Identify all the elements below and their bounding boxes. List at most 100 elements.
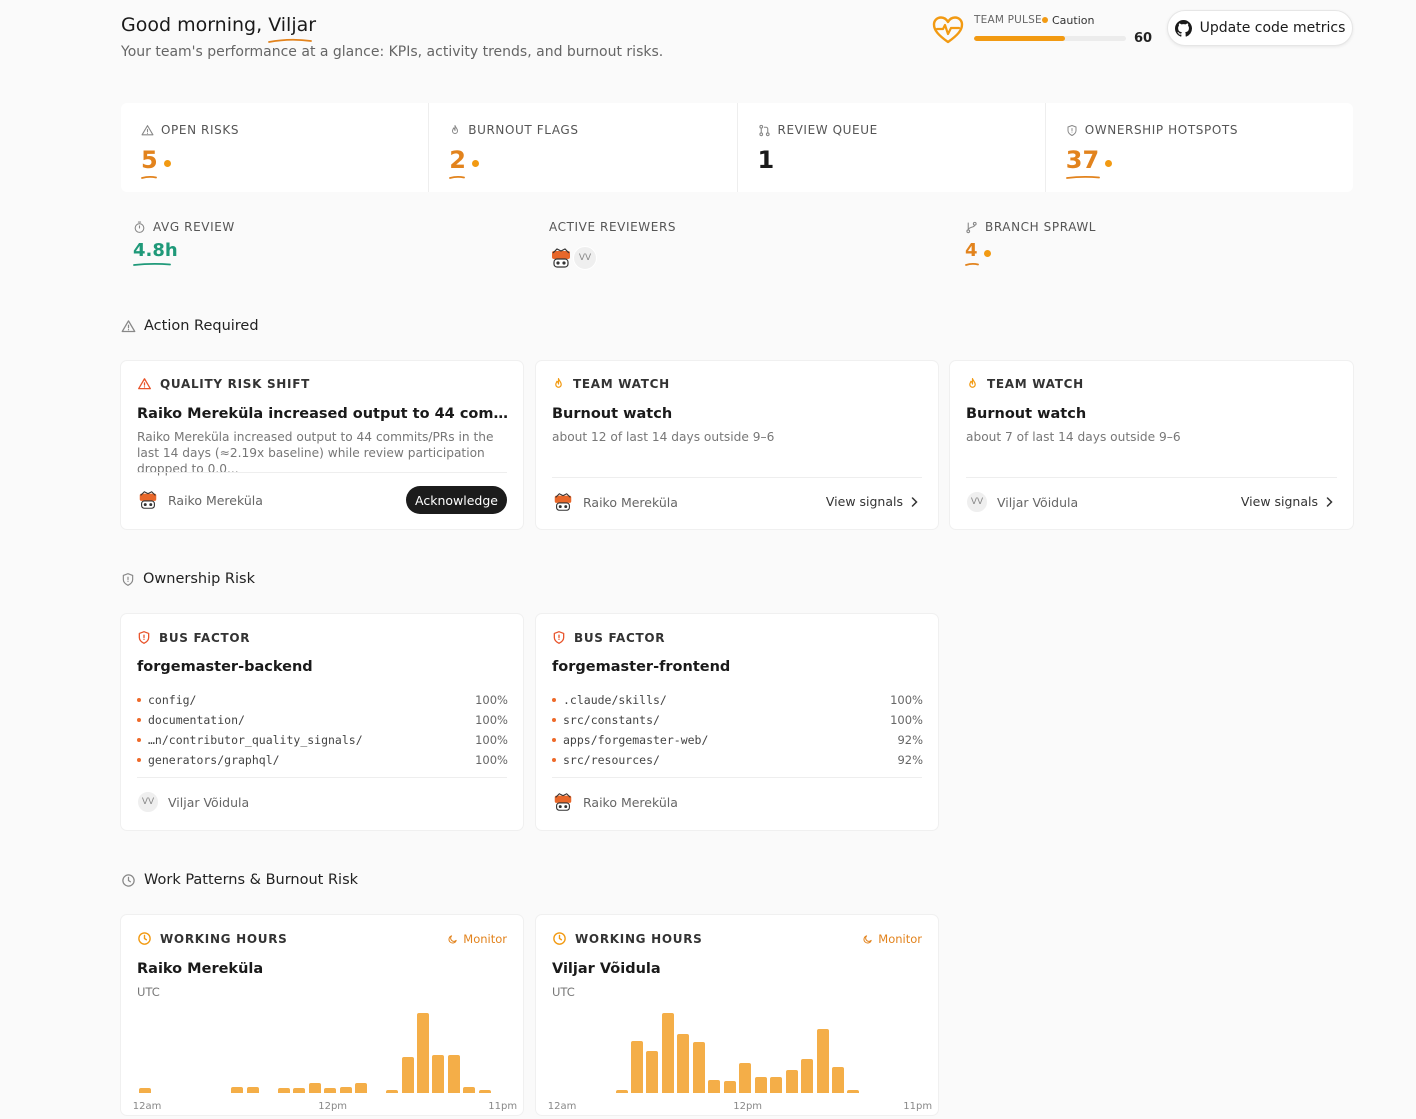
path-row: config/100% bbox=[137, 690, 508, 710]
kpi-label-text: BRANCH SPRAWL bbox=[985, 220, 1097, 234]
status-dot bbox=[163, 159, 171, 167]
chart-bar bbox=[324, 1088, 337, 1093]
bus-factor-card: BUS FACTOR forgemaster-frontend .claude/… bbox=[536, 614, 938, 830]
card-kind-label: TEAM WATCH bbox=[987, 377, 1084, 391]
view-signals-link[interactable]: View signals bbox=[826, 494, 918, 509]
chevron-right-icon bbox=[911, 496, 918, 507]
card-kind: BUS FACTOR bbox=[137, 630, 250, 645]
divider bbox=[137, 777, 507, 778]
chart-bar bbox=[339, 1087, 352, 1093]
view-signals-label: View signals bbox=[1240, 494, 1318, 509]
view-signals-link[interactable]: View signals bbox=[1241, 494, 1333, 509]
status-badge-label: Monitor bbox=[878, 932, 922, 946]
pulse-label: TEAM PULSE bbox=[974, 14, 1042, 26]
section-work-patterns: Work Patterns & Burnout Risk bbox=[121, 872, 358, 888]
value-underline bbox=[141, 175, 157, 179]
action-card-team-watch: TEAM WATCH Burnout watch about 7 of last… bbox=[950, 361, 1353, 529]
status-dot bbox=[1105, 159, 1113, 167]
chart-bar bbox=[432, 1054, 445, 1093]
kpi-value-branch-sprawl: 4 bbox=[965, 240, 991, 266]
pull-request-icon bbox=[758, 124, 770, 136]
path-percent: 92% bbox=[897, 753, 923, 767]
x-tick-label: 12pm bbox=[318, 1101, 348, 1112]
timezone: UTC bbox=[137, 985, 160, 999]
card-user: Raiko Mereküla bbox=[552, 791, 678, 813]
acknowledge-button[interactable]: Acknowledge bbox=[406, 486, 507, 514]
chart-bar bbox=[708, 1080, 721, 1093]
heart-pulse-icon bbox=[932, 16, 964, 44]
chart-bar bbox=[231, 1087, 244, 1093]
avatar: VV bbox=[966, 491, 988, 513]
clock-icon bbox=[553, 932, 566, 945]
kpi-label-open-risks: OPEN RISKS bbox=[141, 123, 428, 137]
value-underline bbox=[965, 262, 979, 266]
path-row: src/resources/92% bbox=[552, 750, 923, 770]
path-row: apps/forgemaster-web/92% bbox=[552, 730, 923, 750]
flame-icon bbox=[969, 377, 976, 388]
kpi-label-text: REVIEW QUEUE bbox=[777, 123, 878, 137]
chart-bar bbox=[246, 1086, 259, 1093]
path: config/ bbox=[137, 693, 196, 707]
working-hours-card: WORKING HOURS Monitor Viljar Võidula UTC… bbox=[536, 915, 938, 1115]
avatar[interactable]: VV bbox=[573, 246, 597, 270]
value-underline bbox=[133, 262, 171, 266]
chart-bar bbox=[692, 1041, 705, 1093]
card-description: about 12 of last 14 days outside 9–6 bbox=[552, 430, 775, 444]
kpi-active-reviewers[interactable]: ACTIVE REVIEWERS VV bbox=[549, 220, 676, 270]
x-tick-label: 12am bbox=[547, 1101, 577, 1112]
team-pulse: TEAM PULSE Caution 60 bbox=[932, 13, 1152, 49]
card-user-name: Viljar Võidula bbox=[997, 494, 1079, 510]
divider bbox=[552, 477, 922, 478]
card-user: Raiko Mereküla bbox=[137, 489, 263, 511]
card-user-name: Raiko Mereküla bbox=[168, 492, 263, 508]
divider bbox=[137, 472, 507, 473]
kpi-value-ownership-hotspots: 37 bbox=[1065, 146, 1113, 179]
card-title: Burnout watch bbox=[966, 406, 1087, 422]
chart-bar bbox=[739, 1063, 752, 1093]
avatar[interactable] bbox=[549, 246, 573, 270]
path-percent: 92% bbox=[897, 733, 923, 747]
kpi-avg-review[interactable]: AVG REVIEW 4.8h bbox=[133, 220, 235, 266]
path: documentation/ bbox=[137, 713, 245, 727]
card-kind-label: QUALITY RISK SHIFT bbox=[160, 377, 310, 391]
kpi-number: 4 bbox=[965, 240, 978, 261]
section-title: Action Required bbox=[144, 318, 259, 334]
working-hours-chart: 12am 12pm 11pm bbox=[133, 1005, 517, 1112]
path-row: generators/graphql/100% bbox=[137, 750, 508, 770]
card-user: Raiko Mereküla bbox=[552, 491, 678, 513]
alert-triangle-icon bbox=[138, 378, 151, 390]
kpi-review-queue[interactable]: REVIEW QUEUE 1 bbox=[738, 103, 1046, 192]
x-tick-label: 11pm bbox=[903, 1101, 933, 1112]
moon-icon bbox=[448, 934, 457, 943]
avatar bbox=[554, 493, 572, 511]
card-user-name: Raiko Mereküla bbox=[583, 794, 678, 810]
pulse-value: 60 bbox=[1134, 31, 1153, 46]
card-kind-label: TEAM WATCH bbox=[573, 377, 670, 391]
kpi-burnout-flags[interactable]: BURNOUT FLAGS 2 bbox=[429, 103, 738, 192]
card-kind-label: WORKING HOURS bbox=[575, 931, 703, 946]
chart-bar bbox=[308, 1083, 321, 1093]
kpi-open-risks[interactable]: OPEN RISKS 5 bbox=[121, 103, 430, 192]
card-user-name: Raiko Mereküla bbox=[583, 494, 678, 510]
repo-name: forgemaster-frontend bbox=[552, 659, 731, 675]
card-kind: QUALITY RISK SHIFT bbox=[137, 377, 310, 391]
x-tick-label: 12am bbox=[132, 1101, 162, 1112]
shield-alert-icon bbox=[553, 631, 565, 644]
kpi-number: 37 bbox=[1065, 146, 1100, 174]
status-dot bbox=[1042, 17, 1048, 23]
update-code-metrics-button[interactable]: Update code metrics bbox=[1167, 10, 1353, 46]
kpi-label-active-reviewers: ACTIVE REVIEWERS bbox=[549, 220, 676, 234]
avatar: VV bbox=[137, 791, 159, 813]
x-tick-label: 11pm bbox=[488, 1101, 518, 1112]
path-row: src/constants/100% bbox=[552, 710, 923, 730]
kpi-label-ownership-hotspots: OWNERSHIP HOTSPOTS bbox=[1066, 123, 1353, 137]
card-kind-label: BUS FACTOR bbox=[574, 630, 666, 645]
kpi-number: 5 bbox=[141, 146, 158, 174]
divider bbox=[966, 477, 1337, 478]
path: generators/graphql/ bbox=[137, 753, 280, 767]
kpi-branch-sprawl[interactable]: BRANCH SPRAWL 4 bbox=[965, 220, 1097, 266]
timer-icon bbox=[134, 221, 145, 233]
update-code-metrics-label: Update code metrics bbox=[1199, 20, 1346, 36]
value-underline bbox=[449, 175, 466, 179]
kpi-ownership-hotspots[interactable]: OWNERSHIP HOTSPOTS 37 bbox=[1046, 103, 1353, 192]
